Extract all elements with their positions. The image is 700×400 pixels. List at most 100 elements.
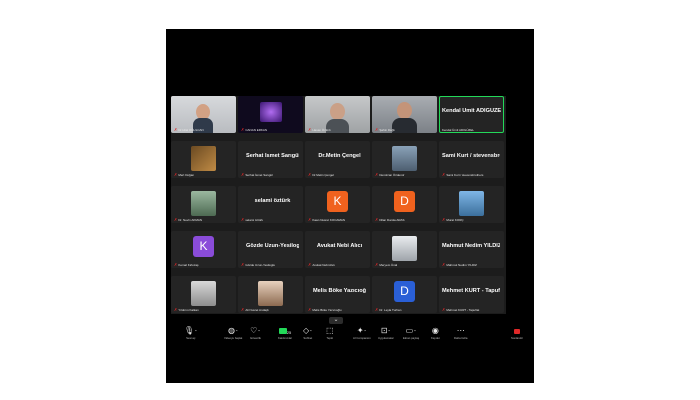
participant-tile[interactable]: K ✗ Kemal Kırkızaş — [171, 231, 236, 268]
mic-muted-icon: ✗ — [308, 262, 312, 267]
mic-muted-icon: ✗ — [241, 262, 245, 267]
participant-tile[interactable]: D ✗ Dr. Leyla Turhan — [372, 276, 437, 313]
participant-tile[interactable]: ✗ CANAN ERKAN — [238, 96, 303, 133]
mic-muted-icon: ✗ — [308, 172, 312, 177]
mic-muted-icon: ✗ — [375, 217, 379, 222]
security-button[interactable]: ♡⌃ Güvenlik — [250, 326, 261, 340]
mic-muted-icon: ✗ — [375, 262, 379, 267]
chat-button[interactable]: ◇⌃ Sohbet — [303, 326, 313, 340]
active-speaker-tile[interactable]: Kendal Ümit ADIGÜZEL Kendal Ümit ADIGÜZE… — [439, 96, 504, 133]
initial-avatar: K — [327, 191, 348, 212]
participant-tile[interactable]: Serhat İsmet Sarıgül ✗ Serhat İsmet Sarıg… — [238, 141, 303, 178]
participant-caption: ✗ Ali Nusret Andaçlı — [241, 307, 270, 312]
profile-photo — [191, 281, 216, 306]
participant-tile[interactable]: ✗ Dr.Hilal OĞULCAN — [171, 96, 236, 133]
person-face — [397, 102, 412, 119]
participant-caption: ✗ selami öztürk — [241, 217, 264, 222]
mic-muted-icon: ✗ — [375, 127, 379, 132]
audio-button[interactable]: 🎙︎⌃ Sesi aç — [184, 326, 198, 340]
apps-icon: ⊡⌃ — [380, 326, 391, 335]
collapse-gallery-button[interactable]: ⌄ — [329, 317, 343, 324]
participant-tile[interactable]: ✗ Meryem Ünal — [372, 231, 437, 268]
more-icon: ⋯ — [456, 326, 465, 335]
participant-caption: ✗ Serhat İsmet Sarıgül — [241, 172, 273, 177]
mic-muted-icon: ✗ — [442, 217, 446, 222]
participant-tile[interactable]: ✗ Hasan Öztürk — [305, 96, 370, 133]
participant-tile[interactable]: Gözde Uzun-Yesiloglu ✗ Gözde Uzun-Yesilog… — [238, 231, 303, 268]
initial-avatar: K — [193, 236, 214, 257]
participant-caption: ✗ Mahmut Nedim YILDIZ — [442, 262, 477, 267]
mic-muted-icon: ✗ — [442, 307, 446, 312]
participant-caption: ✗ Avukat Nebi Alıcı — [308, 262, 335, 267]
profile-photo — [459, 191, 484, 216]
participant-caption: ✗ Mehmet KURT - Tapuflat — [442, 307, 480, 312]
chat-icon: ◇⌃ — [303, 326, 313, 335]
participant-caption: ✗ CANAN ERKAN — [241, 127, 268, 132]
initial-avatar: D — [394, 191, 415, 212]
mic-muted-icon: ✗ — [308, 307, 312, 312]
person-face — [330, 103, 345, 120]
participant-caption: ✗ Kaan Nusret KOCAMAN — [308, 217, 346, 222]
participant-tile[interactable]: ✗ Demircan Özdemir — [372, 141, 437, 178]
gallery-view: ✗ Dr.Hilal OĞULCAN ✗ CANAN ERKAN ✗ Hasan Öz… — [171, 96, 506, 314]
participant-caption: ✗ Mert Doğan — [174, 172, 195, 177]
react-button[interactable]: ⬚ Tepki — [326, 326, 334, 340]
apps-button[interactable]: ⊡⌃ Uygulamalar — [378, 326, 394, 340]
meeting-window: ✗ Dr.Hilal OĞULCAN ✗ CANAN ERKAN ✗ Hasan Öz… — [166, 29, 534, 383]
participant-caption: ✗ Dr.Metin Çengel — [308, 172, 334, 177]
record-button[interactable]: ◉ Kaydet — [431, 326, 440, 340]
mic-muted-icon: ✗ — [174, 262, 178, 267]
mic-icon: 🎙︎⌃ — [184, 326, 198, 335]
participant-tile[interactable]: selami öztürk ✗ selami öztürk — [238, 186, 303, 223]
participant-tile[interactable]: Avukat Nebi Alıcı ✗ Avukat Nebi Alıcı — [305, 231, 370, 268]
sparkle-icon: ✦⌃ — [356, 326, 367, 335]
participant-caption: ✗ Melis Böke Yazıcıoğlu — [308, 307, 342, 312]
profile-photo — [258, 281, 283, 306]
participant-tile[interactable]: Dr.Metin Çengel ✗ Dr.Metin Çengel — [305, 141, 370, 178]
mic-muted-icon: ✗ — [174, 127, 178, 132]
participants-button[interactable]: 25 Katılımcılar — [278, 326, 292, 340]
mic-muted-icon: ✗ — [174, 217, 178, 222]
participant-tile[interactable]: ✗ Yıldırım Kalkan — [171, 276, 236, 313]
participant-caption: ✗ Sami Kurt / stevensbrothers — [442, 172, 484, 177]
react-icon: ⬚ — [326, 326, 334, 335]
participant-tile[interactable]: Sami Kurt / stevensbrothers ✗Sami Kurt /… — [439, 141, 504, 178]
mic-muted-icon: ✗ — [241, 217, 245, 222]
mic-muted-icon: ✗ — [241, 172, 245, 177]
participant-tile[interactable]: D ✗ Dilan Damla ARAS — [372, 186, 437, 223]
share-screen-icon: ▭⌃ — [405, 326, 417, 335]
profile-photo — [392, 146, 417, 171]
participant-caption: ✗ Murat KORÇ — [442, 217, 464, 222]
participant-caption: ✗ Dr.Hilal OĞULCAN — [174, 127, 204, 132]
participant-caption: ✗ Gözde Uzun-Yesiloglu — [241, 262, 275, 267]
mic-muted-icon: ✗ — [241, 307, 245, 312]
participant-caption: ✗ Dr. Leyla Turhan — [375, 307, 402, 312]
participant-caption: Kendal Ümit ADIGÜZEL — [442, 128, 475, 132]
participant-tile[interactable]: ✗ Murat KORÇ — [439, 186, 504, 223]
participant-tile[interactable]: Mehmet KURT - Tapuflat ✗Mehmet KURT - Ta… — [439, 276, 504, 313]
participant-caption: ✗ Hasan Öztürk — [308, 127, 331, 132]
camera-icon: ◍⌃ — [227, 326, 239, 335]
participant-tile[interactable]: Melis Böke Yazıcıoğlu ✗ Melis Böke Yazıcı… — [305, 276, 370, 313]
participant-tile[interactable]: ✗ Dr. Nevin AKMAN — [171, 186, 236, 223]
neon-logo-image — [260, 102, 282, 122]
participant-tile[interactable]: K ✗ Kaan Nusret KOCAMAN — [305, 186, 370, 223]
share-screen-button[interactable]: ▭⌃ Ekran paylaş — [403, 326, 419, 340]
participant-tile[interactable]: ✗ Ali Nusret Andaçlı — [238, 276, 303, 313]
more-button[interactable]: ⋯ Daha fazla — [454, 326, 467, 340]
ai-companion-button[interactable]: ✦⌃ AI Companion — [353, 326, 371, 340]
mic-muted-icon: ✗ — [375, 307, 379, 312]
mic-muted-icon: ✗ — [442, 262, 446, 267]
participant-tile[interactable]: Mahmut Nedim YILDIZ ✗ Mahmut Nedim YILDIZ — [439, 231, 504, 268]
participant-caption: ✗ Meryem Ünal — [375, 262, 398, 267]
profile-photo — [392, 236, 417, 261]
shield-icon: ♡⌃ — [250, 326, 261, 335]
participant-caption: ✗ Dilan Damla ARAS — [375, 217, 405, 222]
participant-tile[interactable]: ✗ Mert Doğan — [171, 141, 236, 178]
participant-tile[interactable]: ✗ Şahin Dağlı — [372, 96, 437, 133]
end-meeting-button[interactable]: Sonlandır — [511, 326, 523, 340]
mic-muted-icon: ✗ — [308, 217, 312, 222]
mic-muted-icon: ✗ — [308, 127, 312, 132]
participant-caption: ✗ Demircan Özdemir — [375, 172, 405, 177]
video-button[interactable]: ◍⌃ Videoyu başlat — [224, 326, 242, 340]
